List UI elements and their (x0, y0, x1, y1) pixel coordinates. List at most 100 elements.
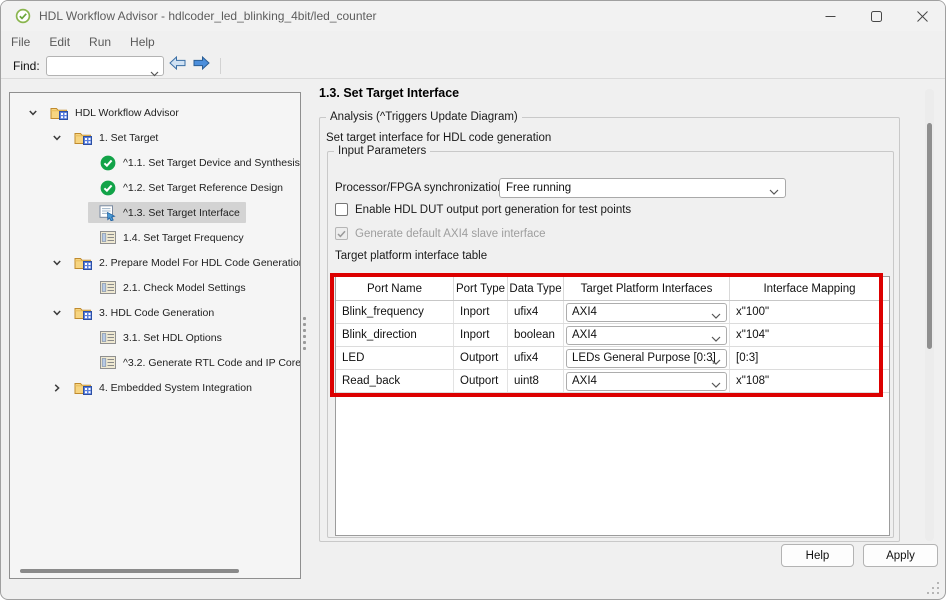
cell-port-type: Inport (454, 324, 508, 346)
table-row-blink-direction: Blink_directionInportbooleanAXI4x"104" (336, 324, 889, 347)
tree-item-label: ^1.3. Set Target Interface (123, 207, 240, 219)
column-header-port-name: Port Name (336, 277, 454, 300)
chevron-down-icon (711, 310, 721, 322)
table-row-read-back: Read_backOutportuint8AXI4x"108" (336, 370, 889, 393)
cell-port-name: Blink_frequency (336, 301, 454, 323)
minimize-button[interactable] (807, 1, 853, 31)
interface-selected-value: LEDs General Purpose [0:3] (572, 352, 716, 364)
cell-interface-mapping: [0:3] (730, 347, 889, 369)
cell-port-name: Read_back (336, 370, 454, 392)
tree-item-2-1-check-model-settings[interactable]: 2.1. Check Model Settings (10, 275, 300, 300)
task-description: Set target interface for HDL code genera… (326, 132, 551, 144)
find-label: Find: (13, 59, 40, 73)
cell-port-type: Outport (454, 370, 508, 392)
apply-button[interactable]: Apply (863, 544, 938, 567)
interface-table-label: Target platform interface table (335, 250, 487, 262)
find-input[interactable] (46, 56, 164, 76)
chevron-down-icon (711, 333, 721, 345)
column-header-port-type: Port Type (454, 277, 508, 300)
sync-label: Processor/FPGA synchronization: (335, 182, 507, 194)
tree-item-label: ^1.2. Set Target Reference Design (123, 182, 283, 194)
tree-item-body: 3. HDL Code Generation (64, 302, 220, 323)
find-forward-button[interactable] (192, 57, 212, 75)
help-button[interactable]: Help (781, 544, 854, 567)
panel-splitter-handle[interactable] (303, 317, 306, 353)
chevron-down-icon[interactable] (50, 258, 64, 268)
menu-run[interactable]: Run (89, 35, 111, 49)
tree-item-3-hdl-code-generation[interactable]: 3. HDL Code Generation (10, 300, 300, 325)
chevron-down-icon (711, 379, 721, 391)
tree-item-1-set-target[interactable]: 1. Set Target (10, 125, 300, 150)
find-back-button[interactable] (168, 57, 188, 75)
tree-item-body: 3.1. Set HDL Options (88, 327, 228, 348)
folder-icon (74, 130, 93, 145)
tree-item-1-1-set-target-device-and-synthesis-tool[interactable]: ^1.1. Set Target Device and Synthesis To… (10, 150, 300, 175)
folder-icon (74, 305, 93, 320)
cell-port-name: LED (336, 347, 454, 369)
sync-select[interactable]: Free running (499, 178, 786, 198)
chevron-down-icon[interactable] (26, 108, 40, 118)
cell-port-name: Blink_direction (336, 324, 454, 346)
tree-item-1-2-set-target-reference-design[interactable]: ^1.2. Set Target Reference Design (10, 175, 300, 200)
menu-edit[interactable]: Edit (49, 35, 70, 49)
report-icon (98, 281, 117, 294)
tree-item-hdl-workflow-advisor[interactable]: HDL Workflow Advisor (10, 100, 300, 125)
checkbox-unchecked-icon (335, 203, 348, 216)
arrow-left-icon (169, 56, 186, 75)
cell-data-type: boolean (508, 324, 564, 346)
chevron-down-icon (711, 356, 721, 368)
cell-target-interface: LEDs General Purpose [0:3] (564, 347, 730, 369)
folder-icon (74, 380, 93, 395)
tree-item-3-2-generate-rtl-code-and-ip-core[interactable]: ^3.2. Generate RTL Code and IP Core (10, 350, 300, 375)
cell-interface-mapping: x"100" (730, 301, 889, 323)
input-parameters-label: Input Parameters (334, 145, 430, 158)
table-row-blink-frequency: Blink_frequencyInportufix4AXI4x"100" (336, 301, 889, 324)
tree-item-label: 3.1. Set HDL Options (123, 332, 222, 344)
tree-item-body: HDL Workflow Advisor (40, 102, 185, 123)
tree-item-body: ^1.1. Set Target Device and Synthesis To… (88, 152, 301, 173)
tree-item-1-3-set-target-interface[interactable]: ^1.3. Set Target Interface (10, 200, 300, 225)
test-points-checkbox[interactable]: Enable HDL DUT output port generation fo… (335, 203, 631, 216)
tree-item-body: ^1.2. Set Target Reference Design (88, 177, 289, 198)
toolbar-separator (220, 58, 221, 74)
check-circle-icon (98, 155, 117, 171)
chevron-down-icon (150, 64, 159, 82)
folder-icon (50, 105, 69, 120)
arrow-right-icon (193, 56, 210, 75)
task-running-icon (98, 205, 117, 221)
target-platform-interface-table: Port NamePort TypeData TypeTarget Platfo… (335, 276, 890, 536)
tree-item-label: 2.1. Check Model Settings (123, 282, 246, 294)
report-icon (98, 356, 117, 369)
window-resize-grip[interactable] (927, 582, 939, 594)
cell-interface-mapping: x"108" (730, 370, 889, 392)
axi4-slave-checkbox: Generate default AXI4 slave interface (335, 227, 546, 240)
report-icon (98, 231, 117, 244)
window-title: HDL Workflow Advisor - hdlcoder_led_blin… (39, 9, 377, 23)
tree-item-3-1-set-hdl-options[interactable]: 3.1. Set HDL Options (10, 325, 300, 350)
cell-target-interface: AXI4 (564, 370, 730, 392)
cell-target-interface: AXI4 (564, 301, 730, 323)
maximize-button[interactable] (853, 1, 899, 31)
interface-select[interactable]: AXI4 (566, 303, 727, 322)
menu-file[interactable]: File (11, 35, 30, 49)
panel-scrollbar-thumb[interactable] (927, 123, 932, 349)
app-icon (15, 8, 31, 24)
close-button[interactable] (899, 1, 945, 31)
chevron-right-icon[interactable] (50, 383, 64, 393)
chevron-down-icon[interactable] (50, 133, 64, 143)
tree-item-label: ^1.1. Set Target Device and Synthesis To… (123, 157, 301, 169)
interface-select[interactable]: AXI4 (566, 372, 727, 391)
tree-item-label: 4. Embedded System Integration (99, 382, 252, 394)
interface-select[interactable]: LEDs General Purpose [0:3] (566, 349, 727, 368)
tree-item-2-prepare-model-for-hdl-code-generation[interactable]: 2. Prepare Model For HDL Code Generation (10, 250, 300, 275)
cell-port-type: Inport (454, 301, 508, 323)
tree-item-1-4-set-target-frequency[interactable]: 1.4. Set Target Frequency (10, 225, 300, 250)
tree-item-4-embedded-system-integration[interactable]: 4. Embedded System Integration (10, 375, 300, 400)
checkbox-checked-icon (335, 227, 348, 240)
tree-horizontal-scrollbar[interactable] (20, 569, 239, 573)
cell-target-interface: AXI4 (564, 324, 730, 346)
tree-item-body: 1. Set Target (64, 127, 164, 148)
menu-help[interactable]: Help (130, 35, 155, 49)
chevron-down-icon[interactable] (50, 308, 64, 318)
interface-select[interactable]: AXI4 (566, 326, 727, 345)
